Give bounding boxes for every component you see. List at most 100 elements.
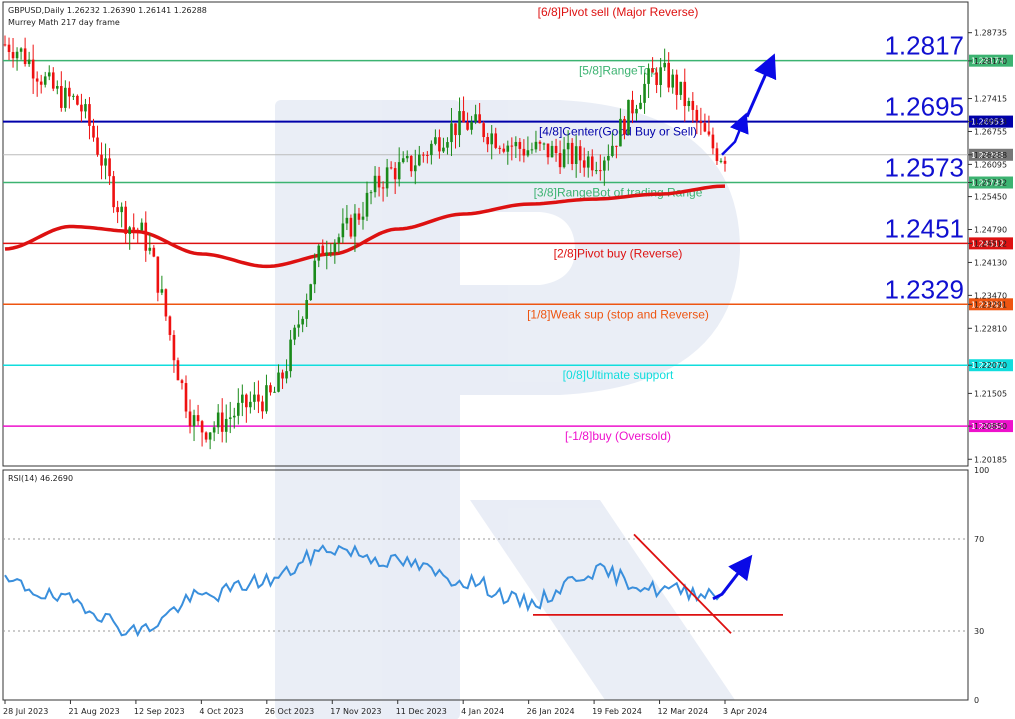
candle-body-142 <box>574 146 578 164</box>
price-tick-label-11: 1.24130 <box>974 258 1007 267</box>
candle-body-42 <box>172 334 176 361</box>
candle-body-5 <box>23 48 27 65</box>
candle-body-100 <box>405 155 409 159</box>
candle-body-82 <box>333 242 337 253</box>
candle-body-9 <box>39 81 43 85</box>
level-value-1: 1.2817 <box>884 31 964 61</box>
candle-body-106 <box>430 143 433 156</box>
candle-body-165 <box>667 62 670 88</box>
candle-body-30 <box>124 206 127 235</box>
candle-body-141 <box>570 142 574 164</box>
price-tick-label-3: 1.26953 <box>974 118 1007 127</box>
candle-body-107 <box>434 137 437 144</box>
candle-body-22 <box>92 125 95 138</box>
price-tick-label-12: 1.23470 <box>974 291 1007 300</box>
candle-body-3 <box>15 51 19 59</box>
candle-body-167 <box>675 74 679 95</box>
candle-body-112 <box>454 123 457 136</box>
candle-body-64 <box>261 401 264 412</box>
candle-body-50 <box>204 432 208 440</box>
candle-body-166 <box>671 74 675 88</box>
candle-body-1 <box>7 44 11 53</box>
candle-body-77 <box>313 260 317 285</box>
candle-body-170 <box>687 100 691 107</box>
candle-body-89 <box>361 216 365 220</box>
price-tick-label-4: 1.26755 <box>974 127 1007 136</box>
candle-body-76 <box>309 284 312 300</box>
candle-body-127 <box>514 141 518 147</box>
candle-body-40 <box>164 289 168 317</box>
candle-body-119 <box>482 123 485 138</box>
candle-body-53 <box>216 412 220 428</box>
candle-body-118 <box>478 114 481 124</box>
candle-body-44 <box>180 380 184 384</box>
level-value-4: 1.2451 <box>884 213 964 243</box>
candle-body-27 <box>112 176 115 208</box>
candle-body-69 <box>281 372 284 379</box>
candle-body-162 <box>655 72 658 85</box>
candle-body-78 <box>317 245 321 261</box>
candle-body-103 <box>418 154 421 166</box>
candle-body-134 <box>542 143 546 145</box>
candle-body-128 <box>518 141 522 149</box>
candle-body-97 <box>393 168 397 180</box>
level-label-4: [2/8]Pivot buy (Reverse) <box>554 246 683 260</box>
time-label-6: 11 Dec 2023 <box>396 707 447 716</box>
candle-body-140 <box>566 142 570 150</box>
candle-body-99 <box>401 158 405 163</box>
candle-body-176 <box>711 134 715 149</box>
time-label-7: 4 Jan 2024 <box>461 707 504 716</box>
candle-body-61 <box>249 401 252 408</box>
time-label-9: 19 Feb 2024 <box>592 707 642 716</box>
candle-body-169 <box>683 81 687 107</box>
time-label-5: 17 Nov 2023 <box>330 707 381 716</box>
candle-body-138 <box>558 153 562 168</box>
candle-body-55 <box>224 418 228 432</box>
candle-body-8 <box>35 78 39 82</box>
price-tick-label-14: 1.22810 <box>974 324 1007 333</box>
candle-body-83 <box>337 237 341 243</box>
candle-body-35 <box>144 222 148 251</box>
candle-body-41 <box>168 316 172 335</box>
candle-body-96 <box>389 167 393 169</box>
level-label-2: [4/8]Center(Good Buy or Sell) <box>539 125 697 139</box>
candle-body-23 <box>96 137 99 155</box>
candle-body-160 <box>647 68 650 84</box>
candle-body-136 <box>550 145 554 158</box>
candle-body-52 <box>212 427 216 433</box>
candle-body-168 <box>679 81 683 95</box>
candle-body-172 <box>695 109 699 122</box>
price-tick-label-18: 1.20185 <box>974 455 1007 464</box>
candle-body-84 <box>341 223 345 238</box>
candle-body-152 <box>615 145 618 147</box>
candle-body-123 <box>498 147 502 149</box>
candle-body-31 <box>128 227 131 235</box>
price-tick-label-5: 1.26288 <box>974 151 1007 160</box>
price-axis: 1.28735 1.28170 1.27415 1.269531.26755 1.262… <box>968 29 1007 464</box>
candle-body-47 <box>192 415 196 427</box>
candle-body-74 <box>301 318 304 325</box>
candle-body-20 <box>84 104 87 112</box>
price-tick-label-6: 1.26095 <box>974 160 1007 169</box>
candle-body-158 <box>639 102 642 109</box>
candle-body-104 <box>422 154 425 156</box>
candle-body-156 <box>631 99 634 114</box>
price-tick-label-13: 1.23291 <box>974 300 1007 309</box>
candle-body-11 <box>47 72 51 77</box>
rsi-arrow <box>712 554 753 601</box>
candle-body-38 <box>156 256 160 293</box>
candle-body-45 <box>184 383 188 412</box>
candle-body-62 <box>253 394 256 402</box>
candle-body-92 <box>373 175 377 193</box>
time-label-3: 4 Oct 2023 <box>199 707 243 716</box>
candle-body-19 <box>80 104 83 112</box>
candle-body-95 <box>385 167 389 189</box>
candle-body-54 <box>220 412 224 432</box>
candle-body-124 <box>502 148 506 152</box>
candle-body-12 <box>51 72 55 89</box>
candle-body-179 <box>723 160 727 164</box>
candle-body-58 <box>236 402 240 416</box>
candle-body-98 <box>397 162 401 180</box>
candle-body-85 <box>345 217 349 224</box>
candle-body-116 <box>470 121 473 130</box>
